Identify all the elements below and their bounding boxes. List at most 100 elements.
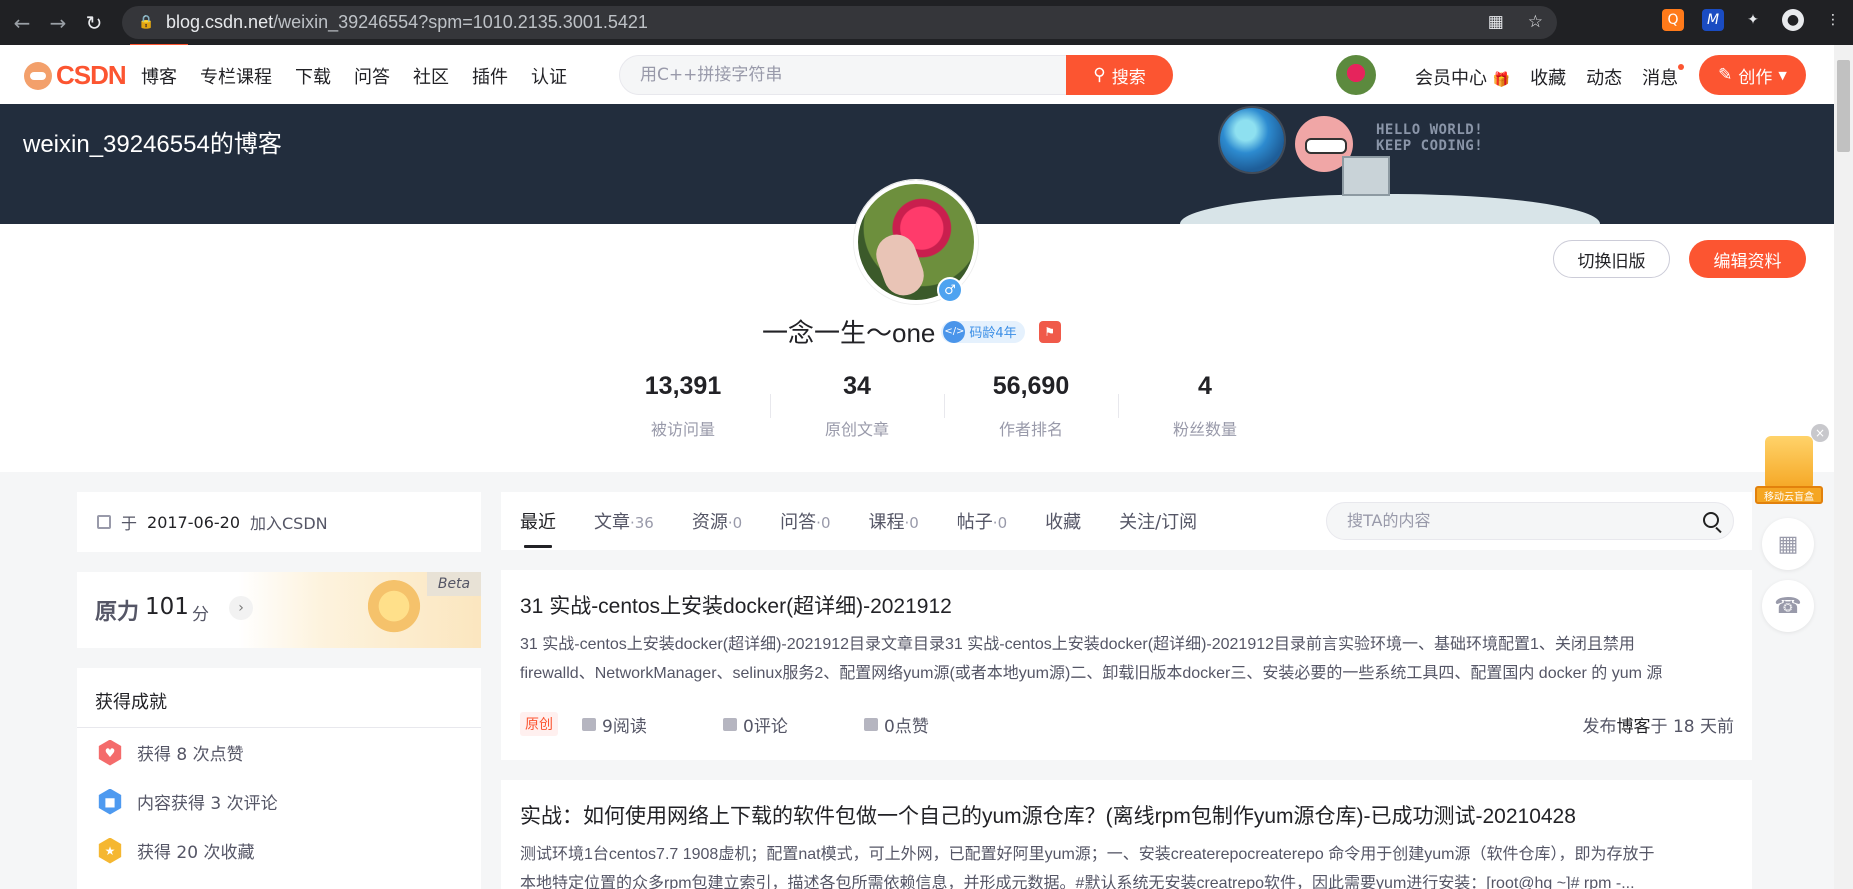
scrollbar-thumb[interactable] (1837, 60, 1850, 152)
pen-icon: ✎ (1718, 65, 1733, 85)
search-icon: ⚲ (1093, 65, 1106, 85)
nav-activity[interactable]: 动态 (1586, 64, 1622, 90)
original-tag: 原创 (520, 712, 558, 736)
achievement-favorites: ★ 获得 20 次收藏 (77, 826, 481, 875)
tab-posts[interactable]: 帖子·0 (957, 508, 1007, 548)
site-search-input[interactable] (640, 64, 1080, 86)
yuanli-label: 原力 (95, 599, 140, 625)
url-text: blog.csdn.net/weixin_39246554?spm=1010.2… (166, 12, 648, 32)
comment-count[interactable]: 0评论 (723, 712, 788, 737)
achievement-likes: ♥ 获得 8 次点赞 (77, 728, 481, 777)
browser-toolbar: ← → ↻ 🔒 blog.csdn.net/weixin_39246554?sp… (0, 0, 1853, 47)
nav-certification[interactable]: 认证 (531, 63, 567, 89)
extensions-puzzle-icon[interactable]: ✦ (1742, 9, 1764, 31)
achievements-card: 获得成就 ♥ 获得 8 次点赞 ■ 内容获得 3 次评论 ★ 获得 20 次收藏 (77, 668, 481, 889)
calendar-icon (97, 515, 111, 529)
article-meta: 原创 9阅读 0评论 0点赞 发布博客于 18 天前 (520, 712, 1734, 737)
search-icon[interactable] (1703, 512, 1719, 528)
star-badge-icon: ★ (98, 837, 122, 864)
csdn-mascot-icon (24, 61, 52, 90)
bookmark-star-icon[interactable]: ☆ (1528, 12, 1543, 32)
extension-q-icon[interactable]: Q (1662, 9, 1684, 31)
qr-share-icon[interactable]: ▦ (1488, 12, 1504, 32)
forward-icon[interactable]: → (44, 9, 72, 37)
article-item[interactable]: 实战：如何使用网络上下载的软件包做一个自己的yum源仓库？(离线rpm包制作yu… (501, 780, 1752, 889)
comment-icon (723, 718, 737, 731)
nav-plugin[interactable]: 插件 (472, 63, 508, 89)
nav-messages[interactable]: 消息 (1642, 64, 1685, 90)
tab-resources[interactable]: 资源·0 (692, 508, 742, 548)
like-count[interactable]: 0点赞 (864, 712, 929, 737)
edit-profile-button[interactable]: 编辑资料 (1689, 240, 1806, 278)
stat-visits[interactable]: 13,391 被访问量 (596, 372, 770, 440)
blog-expert-badge-icon[interactable]: ⚑ (1038, 320, 1061, 343)
search-button[interactable]: ⚲ 搜索 (1066, 55, 1173, 95)
customer-service-icon[interactable]: ☎ (1762, 580, 1814, 632)
nav-blog[interactable]: 博客 (141, 63, 177, 89)
article-item[interactable]: 31 实战-centos上安装docker(超详细)-2021912 31 实战… (501, 570, 1752, 760)
nav-community[interactable]: 社区 (413, 63, 449, 89)
nav-favorites[interactable]: 收藏 (1530, 64, 1566, 90)
yuanli-score: 101 (145, 594, 189, 620)
tab-articles[interactable]: 文章·36 (594, 508, 654, 548)
profile-icon[interactable]: ● (1782, 9, 1804, 31)
medal-illustration (365, 580, 423, 638)
article-title[interactable]: 31 实战-centos上安装docker(超详细)-2021912 (520, 590, 952, 620)
monitor-illustration (1342, 156, 1390, 196)
close-icon[interactable]: × (1811, 424, 1829, 442)
lock-icon: 🔒 (138, 15, 155, 30)
nickname-row: 一念一生～one </> 码龄4年 ⚑ (762, 313, 1061, 350)
menu-dots-icon[interactable]: ⋮ (1822, 9, 1844, 31)
blog-name: weixin_39246554的博客 (23, 131, 282, 158)
yuanli-score-card[interactable]: 原力 101 分 › Beta (77, 572, 481, 648)
tab-follow-subscribe[interactable]: 关注/订阅 (1119, 508, 1197, 548)
thumbs-up-icon (864, 718, 878, 731)
banner-slogan: HELLO WORLD! KEEP CODING! (1376, 122, 1484, 154)
joined-info: 于 2017-06-20 加入CSDN (77, 492, 481, 552)
gift-box-illustration (1765, 436, 1813, 490)
reload-icon[interactable]: ↻ (80, 9, 108, 37)
beta-badge: Beta (427, 572, 481, 596)
article-summary: 31 实战-centos上安装docker(超详细)-2021912目录文章目录… (520, 636, 1663, 682)
globe-illustration (1220, 108, 1284, 172)
floating-ad[interactable]: 移动云盲盒 × (1755, 424, 1829, 506)
profile-stats: 13,391 被访问量 34 原创文章 56,690 作者排名 4 粉丝数量 (596, 372, 1292, 440)
csdn-logo[interactable]: CSDN (24, 60, 127, 91)
profile-search-input[interactable] (1347, 511, 1687, 530)
stat-followers[interactable]: 4 粉丝数量 (1118, 372, 1292, 440)
tab-qa[interactable]: 问答·0 (780, 508, 830, 548)
nav-vip-center[interactable]: 会员中心 🎁 (1415, 64, 1510, 90)
male-gender-icon: ♂ (937, 277, 963, 303)
address-bar[interactable]: 🔒 blog.csdn.net/weixin_39246554?spm=1010… (122, 6, 1557, 39)
csdn-toolbar: CSDN 博客 专栏课程 下载 问答 社区 插件 认证 ⚲ 搜索 会员中心 🎁 … (0, 45, 1834, 104)
article-title[interactable]: 实战：如何使用网络上下载的软件包做一个自己的yum源仓库？(离线rpm包制作yu… (520, 800, 1576, 830)
page-scrollbar[interactable] (1834, 45, 1853, 889)
tab-recent[interactable]: 最近 (520, 508, 556, 548)
tab-courses[interactable]: 课程·0 (868, 508, 918, 548)
article-summary: 测试环境1台centos7.7 1908虚机；配置nat模式，可上外网，已配置好… (520, 846, 1655, 889)
nav-qa[interactable]: 问答 (354, 63, 390, 89)
code-age-icon: </> (943, 320, 966, 343)
publish-info: 发布博客于 18 天前 (1582, 717, 1734, 737)
nav-courses[interactable]: 专栏课程 (200, 63, 272, 89)
user-avatar[interactable] (1336, 55, 1376, 95)
read-count: 9阅读 (582, 712, 647, 737)
top-nav: 博客 专栏课程 下载 问答 社区 插件 认证 (141, 63, 567, 89)
back-icon[interactable]: ← (8, 9, 36, 37)
stat-author-rank[interactable]: 56,690 作者排名 (944, 372, 1118, 440)
tab-favorites[interactable]: 收藏 (1045, 508, 1081, 548)
create-button[interactable]: ✎ 创作 ▼ (1699, 55, 1806, 95)
right-nav: 会员中心 🎁 收藏 动态 消息 (1415, 64, 1685, 90)
switch-old-version-button[interactable]: 切换旧版 (1553, 240, 1670, 278)
extension-m-icon[interactable]: M (1702, 9, 1724, 31)
achievement-comments: ■ 内容获得 3 次评论 (77, 777, 481, 826)
stat-original-articles[interactable]: 34 原创文章 (770, 372, 944, 440)
like-badge-icon: ♥ (98, 739, 122, 766)
chevron-right-icon[interactable]: › (229, 596, 253, 620)
profile-content-search (1326, 502, 1734, 540)
banner-desk-illustration (1180, 194, 1600, 224)
qr-code-icon[interactable]: ▦ (1762, 518, 1814, 570)
nav-download[interactable]: 下载 (295, 63, 331, 89)
content-tabs-bar: 最近 文章·36 资源·0 问答·0 课程·0 帖子·0 收藏 关注/订阅 (501, 492, 1752, 550)
code-age-badge: </> 码龄4年 (941, 320, 1025, 343)
